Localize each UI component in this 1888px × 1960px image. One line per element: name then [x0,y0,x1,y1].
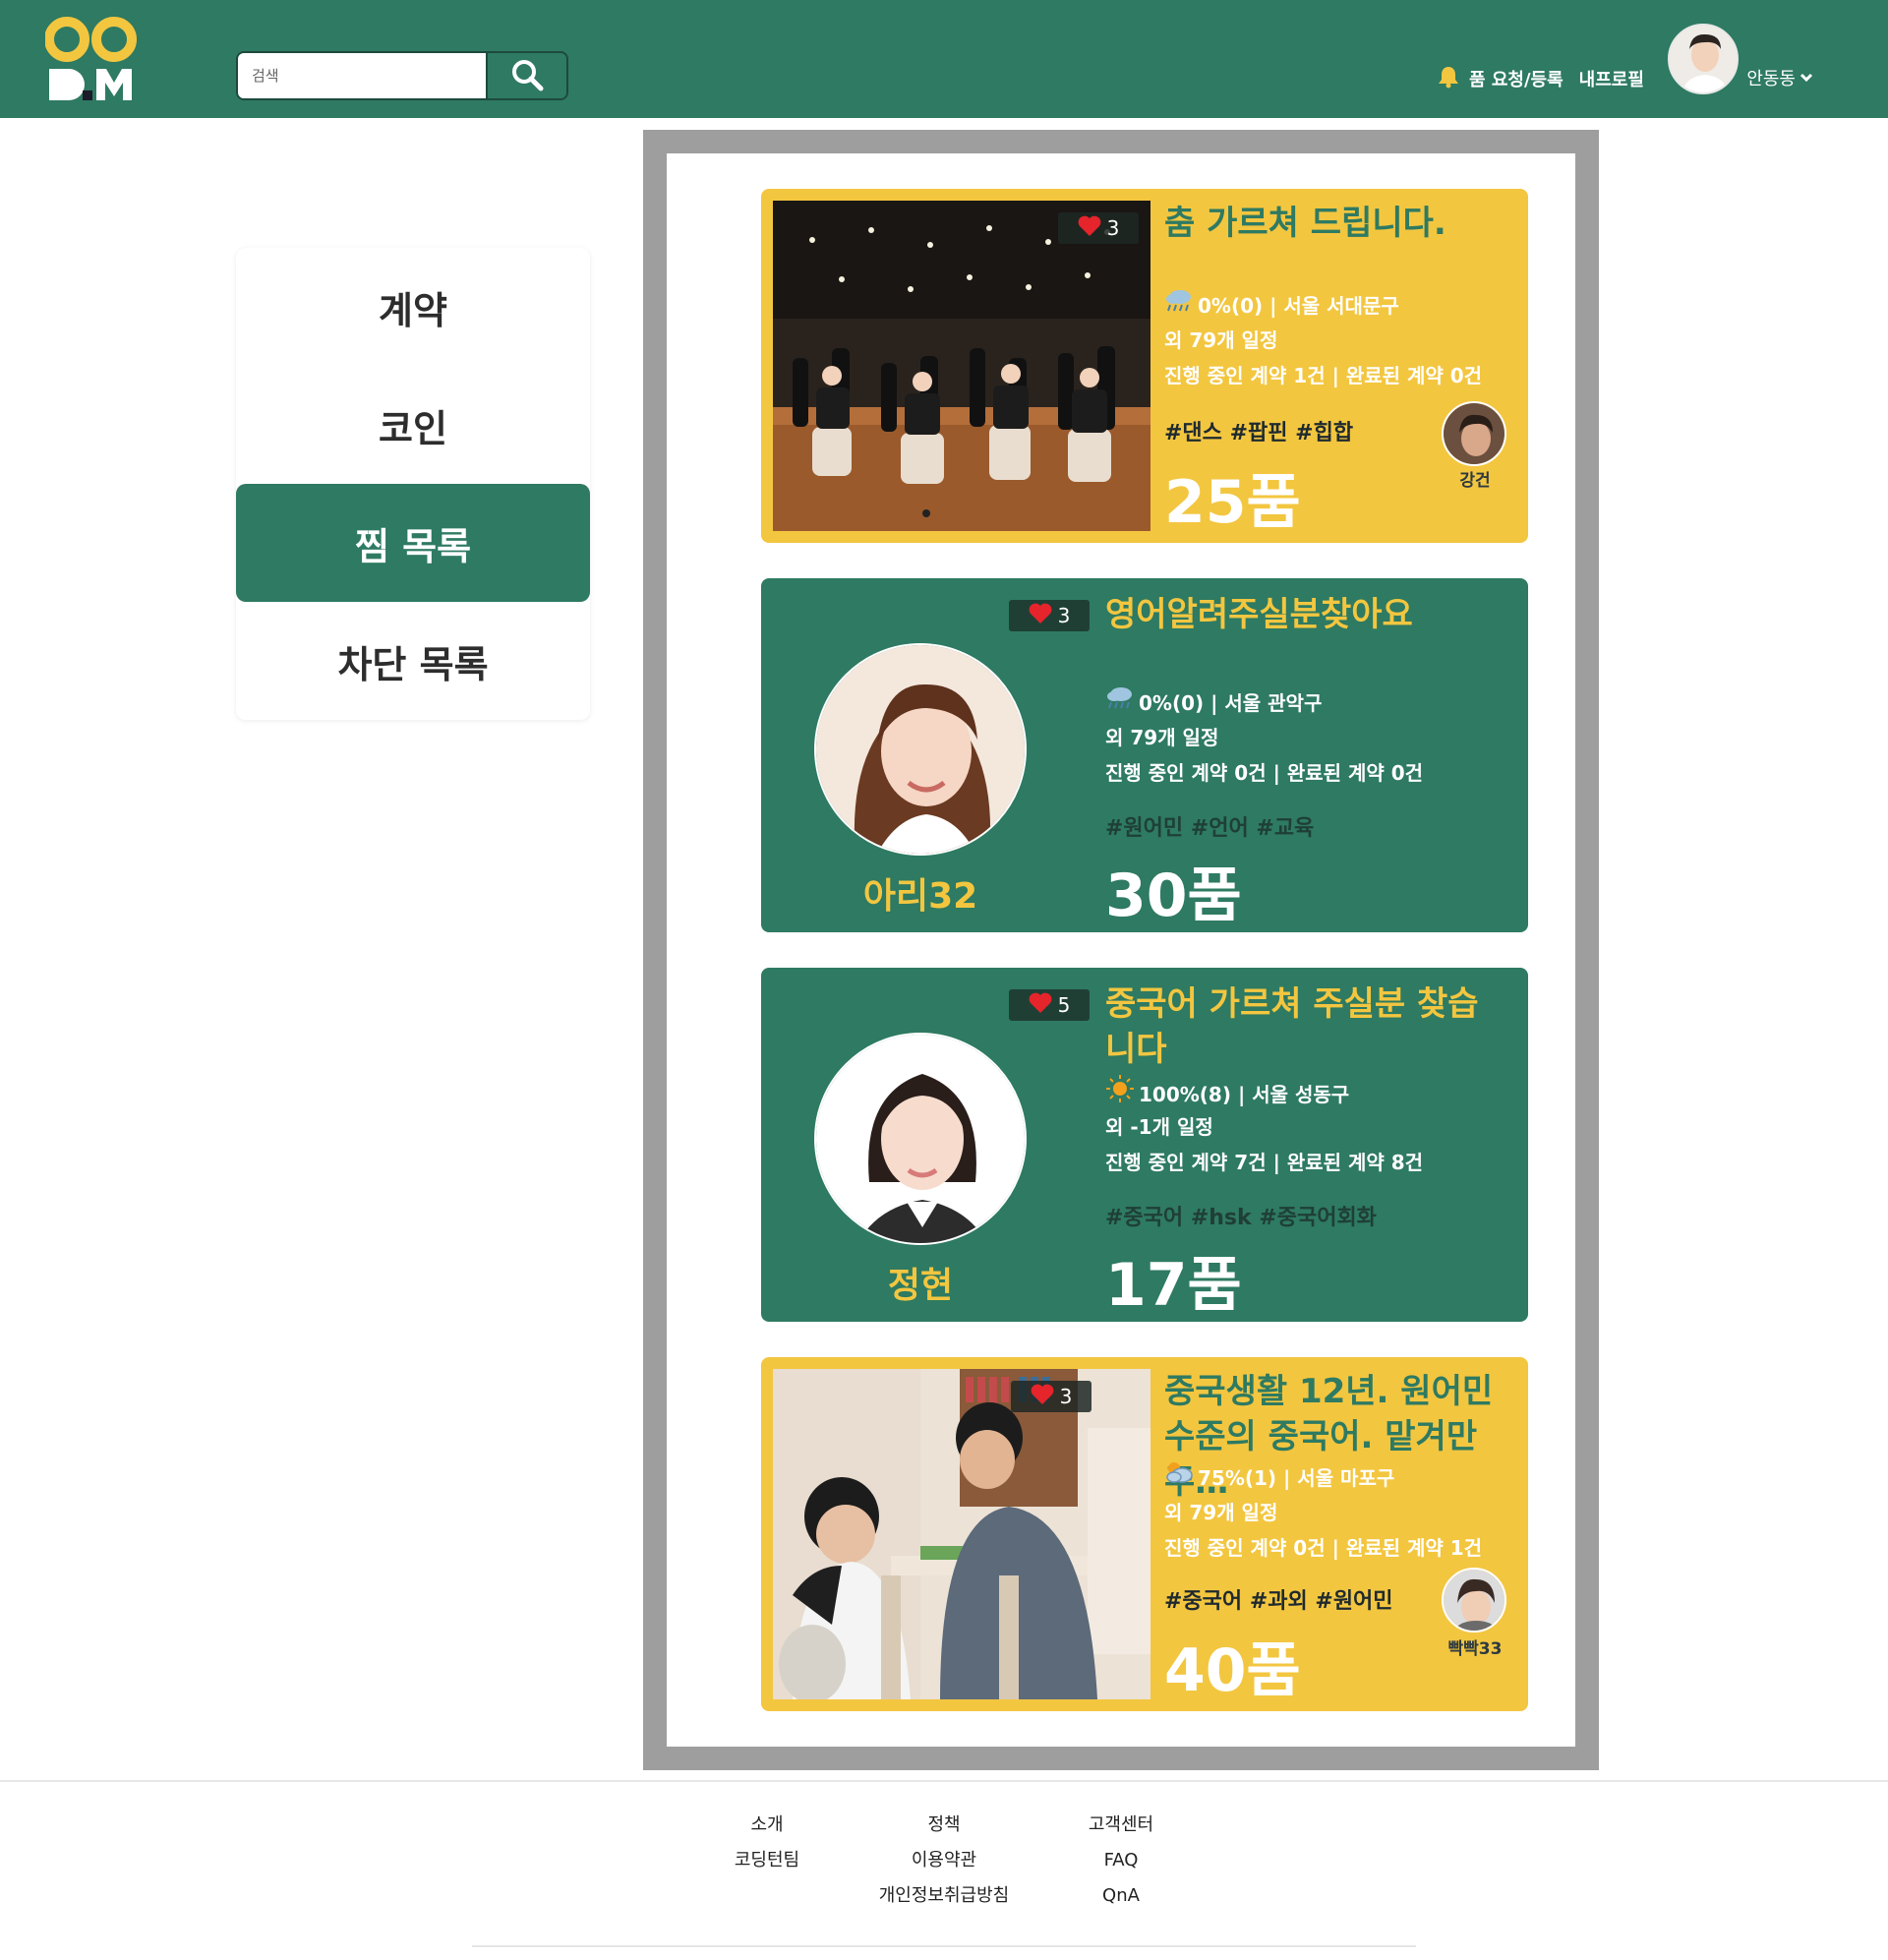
footer-col-policy: 정책 이용약관 개인정보취급방침 [846,1808,1042,1914]
wishlist-card[interactable]: 3 아리32 영어알려주실분찾아요 0%(0) | 서울 관악구 외 79개 일… [761,578,1528,932]
weather-location: 0%(0) | 서울 서대문구 [1164,287,1399,324]
card-price: 25품 [1164,468,1301,537]
card-title[interactable]: 중국어 가르쳐 주실분 찾습니다 [1105,981,1508,1072]
wishlist-card[interactable]: 3 춤 가르쳐 드립니다. 0%(0) | 서울 서대문구 외 79개 일정 진… [761,189,1528,543]
contract-stats: 진행 중인 계약 0건 | 완료된 계약 1건 [1164,1536,1483,1560]
heart-icon [1078,215,1107,242]
search-button[interactable] [486,53,566,98]
top-header: 품 요청/등록 내프로필 안동동 [0,0,1888,118]
footer-link-privacy[interactable]: 개인정보취급방침 [846,1878,1042,1914]
site-logo[interactable] [44,14,144,102]
wishlist-card[interactable]: 5 정현 중국어 가르쳐 주실분 찾습니다 100%(8) | 서울 성동구 외… [761,968,1528,1322]
wishlist-frame: 3 춤 가르쳐 드립니다. 0%(0) | 서울 서대문구 외 79개 일정 진… [643,130,1599,1770]
footer-heading-support[interactable]: 고객센터 [1023,1808,1219,1843]
footer-link-qna[interactable]: QnA [1023,1878,1219,1914]
wishlist-card[interactable]: 3 중국생활 12년. 원어민 수준의 중국어. 맡겨만 주… 75%(1) |… [761,1357,1528,1711]
heart-icon [1029,992,1058,1019]
my-profile-link[interactable]: 내프로필 [1579,66,1644,91]
sun-icon [1105,1074,1139,1114]
wishlist-container: 3 춤 가르쳐 드립니다. 0%(0) | 서울 서대문구 외 79개 일정 진… [667,153,1575,1747]
author-avatar[interactable] [1442,401,1506,466]
like-count: 3 [1106,216,1120,240]
partly-cloudy-icon [1164,1459,1198,1496]
user-menu[interactable]: 안동동 [1746,65,1813,90]
like-count-badge[interactable]: 3 [1009,600,1090,631]
search-icon [509,57,545,95]
author-avatar[interactable] [814,1033,1027,1245]
contract-stats: 진행 중인 계약 7건 | 완료된 계약 8건 [1105,1151,1424,1174]
footer-link-faq[interactable]: FAQ [1023,1843,1219,1878]
tutoring-photo: 3 [773,1369,1150,1699]
card-price: 40품 [1164,1636,1301,1705]
card-title[interactable]: 춤 가르쳐 드립니다. [1164,201,1518,246]
author-avatar[interactable] [814,643,1027,856]
dance-studio-photo: 3 [773,201,1150,531]
schedule-count: 외 79개 일정 [1164,328,1278,352]
sidebar-item-coin[interactable]: 코인 [236,366,590,484]
author-avatar[interactable] [1442,1568,1506,1633]
footer-col-about: 소개 코딩턴팀 [669,1808,865,1878]
weather-location: 75%(1) | 서울 마포구 [1164,1459,1394,1496]
bell-icon[interactable] [1438,65,1459,92]
request-register-link[interactable]: 품 요청/등록 [1469,66,1564,91]
contract-stats: 진행 중인 계약 1건 | 완료된 계약 0건 [1164,364,1483,387]
sidebar-item-blocklist[interactable]: 차단 목록 [236,602,590,720]
schedule-count: 외 79개 일정 [1105,726,1219,749]
author-name: 빡빡33 [1447,1639,1503,1659]
author-name: 아리32 [862,876,978,917]
user-avatar[interactable] [1668,24,1739,94]
footer-bottom-divider [472,1945,1416,1947]
like-count: 3 [1059,1385,1073,1408]
rain-cloud-icon [1105,684,1139,721]
like-count-badge[interactable]: 3 [1058,212,1139,244]
schedule-count: 외 79개 일정 [1164,1501,1278,1524]
weather-location: 0%(0) | 서울 관악구 [1105,684,1322,721]
mypage-sidebar: 계약 코인 찜 목록 차단 목록 [236,248,590,720]
chevron-down-icon [1800,68,1813,89]
card-tags: #중국어 #과외 #원어민 [1164,1589,1393,1614]
card-price: 17품 [1105,1251,1242,1320]
header-links: 품 요청/등록 내프로필 [1438,65,1644,92]
like-count-badge[interactable]: 3 [1011,1381,1092,1412]
search-bar [236,51,568,100]
card-tags: #원어민 #언어 #교육 [1105,816,1315,841]
rain-cloud-icon [1164,287,1198,324]
author-name: 정현 [887,1266,954,1306]
heart-icon [1029,603,1058,629]
card-title[interactable]: 영어알려주실분찾아요 [1105,592,1508,637]
weather-location: 100%(8) | 서울 성동구 [1105,1074,1349,1114]
like-count: 3 [1057,604,1071,627]
footer-heading-policy[interactable]: 정책 [846,1808,1042,1843]
user-name-label: 안동동 [1746,69,1796,89]
footer-col-support: 고객센터 FAQ QnA [1023,1808,1219,1914]
sidebar-item-wishlist[interactable]: 찜 목록 [236,484,590,602]
footer-link-team[interactable]: 코딩턴팀 [669,1843,865,1878]
contract-stats: 진행 중인 계약 0건 | 완료된 계약 0건 [1105,761,1424,785]
like-count: 5 [1057,993,1071,1017]
sidebar-item-contract[interactable]: 계약 [236,248,590,366]
card-price: 30품 [1105,861,1242,930]
heart-icon [1031,1384,1060,1410]
footer-divider [0,1780,1888,1782]
search-input[interactable] [238,53,486,98]
author-name: 강건 [1459,471,1491,491]
footer-heading-about[interactable]: 소개 [669,1808,865,1843]
footer-link-terms[interactable]: 이용약관 [846,1843,1042,1878]
card-tags: #댄스 #팝핀 #힙합 [1164,421,1354,445]
schedule-count: 외 -1개 일정 [1105,1115,1213,1139]
like-count-badge[interactable]: 5 [1009,989,1090,1021]
card-tags: #중국어 #hsk #중국어회화 [1105,1206,1377,1230]
